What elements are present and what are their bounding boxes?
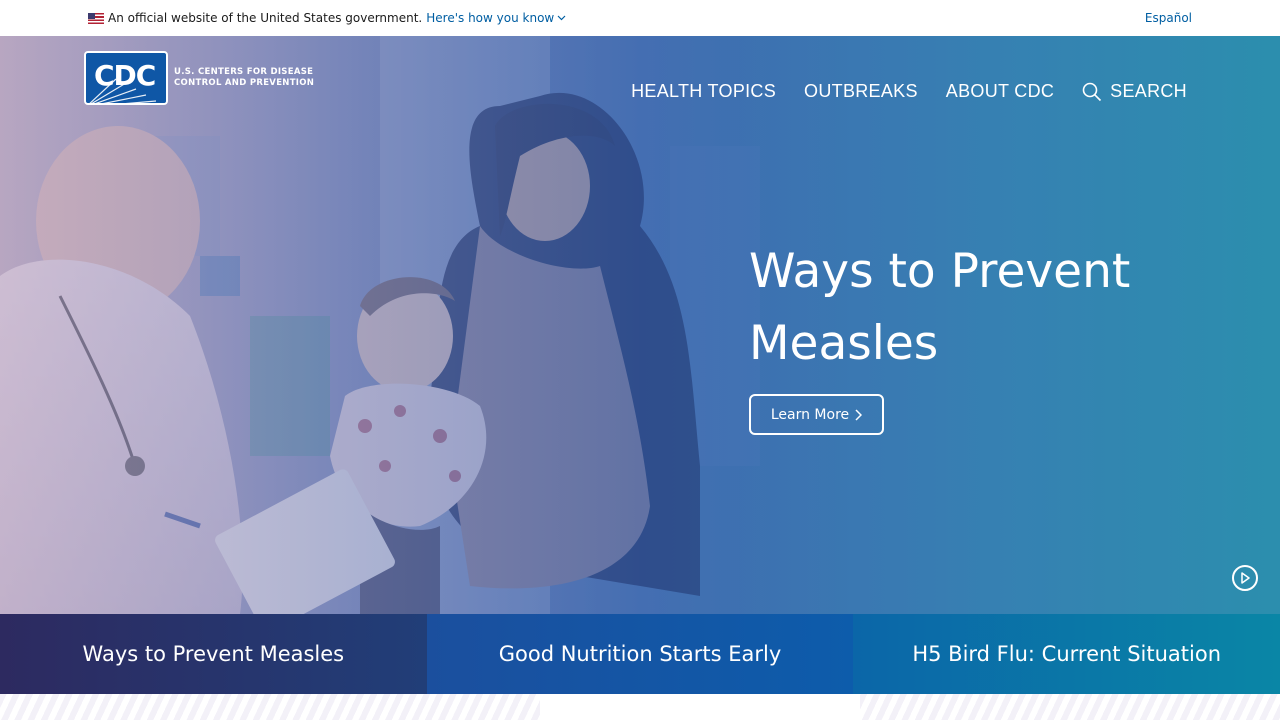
heres-how-you-know-link[interactable]: Here's how you know xyxy=(426,11,566,25)
play-icon xyxy=(1241,572,1250,584)
gov-banner-text: An official website of the United States… xyxy=(108,11,423,25)
carousel-tab-bird-flu[interactable]: H5 Bird Flu: Current Situation xyxy=(853,614,1280,694)
heres-how-you-know-label: Here's how you know xyxy=(426,11,555,25)
logo-line-1: U.S. CENTERS FOR DISEASE xyxy=(174,67,314,77)
gov-banner-left: An official website of the United States… xyxy=(88,11,566,25)
chevron-down-icon xyxy=(557,15,566,21)
learn-more-label: Learn More xyxy=(770,406,850,423)
cdc-logo-mark: CDC xyxy=(84,51,168,105)
cdc-logo[interactable]: CDC U.S. CENTERS FOR DISEASE CONTROL AND… xyxy=(84,51,314,105)
carousel-tab-measles[interactable]: Ways to Prevent Measles xyxy=(0,614,427,694)
carousel-tabs: Ways to Prevent Measles Good Nutrition S… xyxy=(0,614,1280,694)
nav-about-cdc[interactable]: ABOUT CDC xyxy=(946,81,1054,102)
carousel-play-button[interactable] xyxy=(1232,565,1258,591)
logo-wordmark: U.S. CENTERS FOR DISEASE CONTROL AND PRE… xyxy=(174,67,314,89)
nav-search-button[interactable]: SEARCH xyxy=(1082,81,1187,102)
main-nav: HEALTH TOPICS OUTBREAKS ABOUT CDC SEARCH xyxy=(603,81,1187,102)
logo-abbreviation: CDC xyxy=(94,59,156,92)
nav-health-topics[interactable]: HEALTH TOPICS xyxy=(631,81,776,102)
us-flag-icon xyxy=(88,12,104,24)
chevron-right-icon xyxy=(855,408,863,421)
learn-more-button[interactable]: Learn More xyxy=(749,394,884,435)
decorative-pattern-strip xyxy=(0,694,1280,720)
nav-search-label: SEARCH xyxy=(1110,81,1187,101)
language-toggle-link[interactable]: Español xyxy=(1145,11,1192,25)
hero-carousel: CDC U.S. CENTERS FOR DISEASE CONTROL AND… xyxy=(0,36,1280,614)
search-icon xyxy=(1082,82,1102,101)
logo-line-2: CONTROL AND PREVENTION xyxy=(174,78,315,88)
carousel-tab-nutrition[interactable]: Good Nutrition Starts Early xyxy=(426,614,854,694)
pattern-band xyxy=(540,694,860,720)
nav-outbreaks[interactable]: OUTBREAKS xyxy=(804,81,918,102)
hero-title: Ways to Prevent Measles xyxy=(749,244,1131,371)
gov-banner: An official website of the United States… xyxy=(0,0,1280,36)
